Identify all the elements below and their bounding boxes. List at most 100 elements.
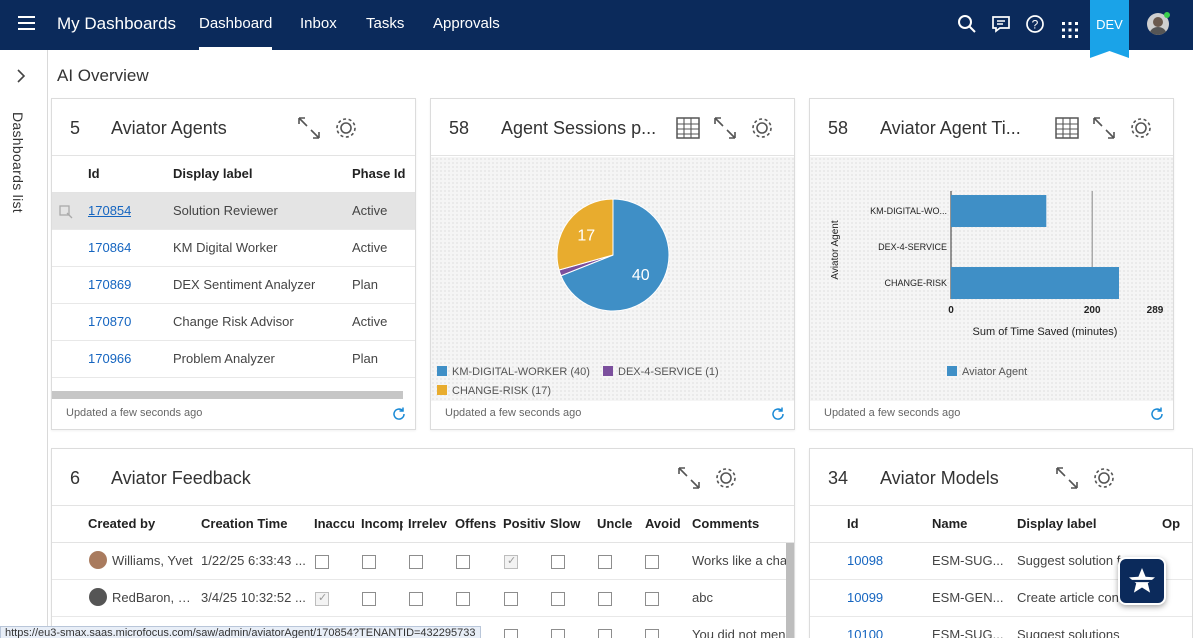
column-header-creation-time[interactable]: Creation Time: [201, 516, 287, 531]
slow-checkbox[interactable]: [551, 592, 565, 606]
model-id-link[interactable]: 10100: [847, 627, 883, 638]
settings-gear-icon[interactable]: [749, 115, 775, 141]
chevron-right-icon[interactable]: [14, 68, 28, 84]
refresh-icon[interactable]: [391, 406, 407, 422]
column-header-op[interactable]: Op: [1162, 516, 1192, 531]
settings-gear-icon[interactable]: [1091, 465, 1117, 491]
column-header-name[interactable]: Name: [932, 516, 967, 531]
help-icon[interactable]: ?: [1025, 14, 1045, 34]
search-icon[interactable]: [957, 14, 977, 34]
table-view-icon[interactable]: [675, 115, 701, 141]
nav-dashboard[interactable]: Dashboard: [199, 0, 273, 50]
table-row[interactable]: 170854 Solution Reviewer Active: [52, 193, 415, 230]
agent-id-link[interactable]: 170869: [88, 277, 131, 292]
app-title[interactable]: My Dashboards: [57, 14, 176, 34]
legend-item[interactable]: CHANGE-RISK (17): [437, 385, 551, 397]
card-title: Aviator Feedback: [111, 468, 251, 488]
offensive-checkbox[interactable]: [456, 592, 470, 606]
pie-slice-label: 40: [632, 267, 650, 284]
column-header-comments[interactable]: Comments: [692, 516, 759, 531]
column-header-offensive[interactable]: Offens: [455, 516, 497, 531]
bar: [951, 267, 1119, 299]
table-row[interactable]: 170864 KM Digital Worker Active: [52, 230, 415, 267]
settings-gear-icon[interactable]: [333, 115, 359, 141]
positive-checkbox[interactable]: [504, 592, 518, 606]
slow-checkbox[interactable]: [551, 555, 565, 569]
unclear-checkbox[interactable]: [598, 555, 612, 569]
column-header-display-label[interactable]: Display label: [1017, 516, 1096, 531]
comment-text: abc: [692, 590, 713, 605]
expand-icon[interactable]: [296, 115, 322, 141]
settings-gear-icon[interactable]: [713, 465, 739, 491]
expand-icon[interactable]: [1054, 465, 1080, 491]
column-header-unclear[interactable]: Uncle: [597, 516, 639, 531]
table-row[interactable]: RedBaron, Dav 3/4/25 10:32:52 ... abc: [52, 580, 794, 617]
legend-item[interactable]: Aviator Agent: [947, 366, 1027, 378]
column-header-display-label[interactable]: Display label: [173, 166, 252, 181]
expand-icon[interactable]: [1091, 115, 1117, 141]
column-header-id[interactable]: Id: [88, 166, 100, 181]
model-id-link[interactable]: 10099: [847, 590, 883, 605]
table-row[interactable]: 170966 Problem Analyzer Plan: [52, 341, 415, 378]
aviator-assistant-button[interactable]: [1118, 557, 1166, 605]
column-header-id[interactable]: Id: [847, 516, 859, 531]
hamburger-menu-icon[interactable]: [18, 16, 35, 30]
column-header-incomplete[interactable]: Incomp: [361, 516, 403, 531]
model-id-link[interactable]: 10098: [847, 553, 883, 568]
column-header-slow[interactable]: Slow: [550, 516, 590, 531]
expand-icon[interactable]: [676, 465, 702, 491]
agent-id-link[interactable]: 170966: [88, 351, 131, 366]
column-header-inaccurate[interactable]: Inaccu: [314, 516, 354, 531]
dashboards-list-toggle[interactable]: Dashboards list: [10, 112, 26, 213]
column-header-irrelevant[interactable]: Irrelev: [408, 516, 450, 531]
record-count: 6: [70, 468, 81, 488]
updated-status: Updated a few seconds ago: [824, 407, 961, 419]
column-header-created-by[interactable]: Created by: [88, 516, 155, 531]
legend-item[interactable]: KM-DIGITAL-WORKER (40): [437, 366, 590, 378]
avoid-checkbox[interactable]: [645, 555, 659, 569]
aviator-models-card: 34 Aviator Models Id Name Display label …: [809, 448, 1193, 638]
nav-approvals[interactable]: Approvals: [433, 0, 500, 50]
incomplete-checkbox[interactable]: [362, 555, 376, 569]
positive-checkbox[interactable]: [504, 629, 518, 638]
legend-item[interactable]: DEX-4-SERVICE (1): [603, 366, 719, 378]
table-row[interactable]: 170870 Change Risk Advisor Active: [52, 304, 415, 341]
unclear-checkbox[interactable]: [598, 629, 612, 638]
nav-inbox[interactable]: Inbox: [300, 0, 337, 50]
table-view-icon[interactable]: [1054, 115, 1080, 141]
avoid-checkbox[interactable]: [645, 629, 659, 638]
agent-id-link[interactable]: 170864: [88, 240, 131, 255]
offensive-checkbox[interactable]: [456, 555, 470, 569]
column-header-phase-id[interactable]: Phase Id: [352, 166, 405, 181]
agent-id-link[interactable]: 170870: [88, 314, 131, 329]
avoid-checkbox[interactable]: [645, 592, 659, 606]
expand-icon[interactable]: [712, 115, 738, 141]
legend-swatch: [437, 385, 447, 395]
refresh-icon[interactable]: [770, 406, 786, 422]
column-header-positive[interactable]: Positiv: [503, 516, 545, 531]
table-row[interactable]: Williams, Yvet 1/22/25 6:33:43 ... Works…: [52, 543, 794, 580]
irrelevant-checkbox[interactable]: [409, 592, 423, 606]
apps-grid-icon[interactable]: [1060, 20, 1080, 40]
vertical-scrollbar[interactable]: [786, 543, 794, 638]
table-row[interactable]: 10100 ESM-SUG... Suggest solutions: [810, 617, 1192, 638]
incomplete-checkbox[interactable]: [362, 592, 376, 606]
y-tick-label: KM-DIGITAL-WO...: [870, 206, 947, 216]
irrelevant-checkbox[interactable]: [409, 555, 423, 569]
agent-id-link[interactable]: 170854: [88, 203, 131, 218]
chat-icon[interactable]: [991, 14, 1011, 34]
table-row[interactable]: 170869 DEX Sentiment Analyzer Plan: [52, 267, 415, 304]
inaccurate-checkbox[interactable]: [315, 591, 329, 606]
agent-phase: Active: [352, 240, 388, 255]
positive-checkbox[interactable]: [504, 554, 518, 569]
inaccurate-checkbox[interactable]: [315, 555, 329, 569]
row-preview-icon[interactable]: [59, 205, 73, 219]
x-tick-label: 289: [1147, 305, 1164, 316]
column-header-avoid[interactable]: Avoid: [645, 516, 687, 531]
refresh-icon[interactable]: [1149, 406, 1165, 422]
nav-tasks[interactable]: Tasks: [366, 0, 404, 50]
unclear-checkbox[interactable]: [598, 592, 612, 606]
horizontal-scrollbar[interactable]: [52, 391, 403, 399]
settings-gear-icon[interactable]: [1128, 115, 1154, 141]
slow-checkbox[interactable]: [551, 629, 565, 638]
